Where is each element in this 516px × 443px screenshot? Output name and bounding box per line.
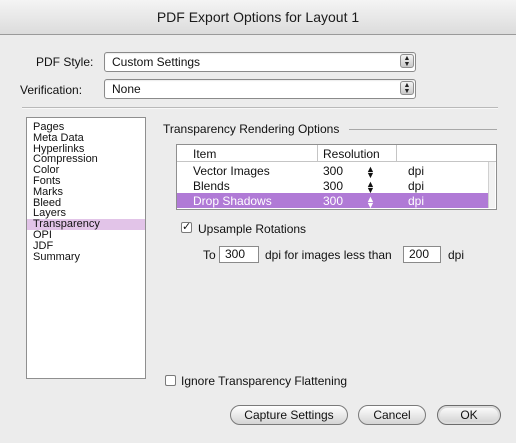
verification-value: None xyxy=(112,82,141,96)
upsample-dpi-field[interactable]: 300 xyxy=(219,246,259,263)
ignore-flattening-checkbox[interactable] xyxy=(165,375,176,386)
ignore-flattening-label: Ignore Transparency Flattening xyxy=(181,374,348,388)
sidebar-item-marks[interactable]: Marks xyxy=(27,186,145,198)
pdf-style-value: Custom Settings xyxy=(112,55,201,69)
sections-list[interactable]: Pages Meta Data Hyperlinks Compression C… xyxy=(26,117,146,379)
table-row[interactable]: Blends 300 ▲ ▼ dpi xyxy=(177,178,490,195)
window-titlebar: PDF Export Options for Layout 1 xyxy=(0,0,516,35)
divider xyxy=(22,107,498,109)
row-unit: dpi xyxy=(408,179,425,193)
row-item: Vector Images xyxy=(193,164,270,178)
verification-label: Verification: xyxy=(20,83,83,97)
table-scrollbar[interactable] xyxy=(488,162,495,208)
table-row[interactable]: Vector Images 300 ▲ ▼ dpi xyxy=(177,163,490,180)
row-resolution[interactable]: 300 xyxy=(323,194,343,208)
stepper-icon[interactable]: ▲ ▼ xyxy=(366,165,375,180)
to-label: To xyxy=(203,248,216,262)
row-resolution[interactable]: 300 xyxy=(323,164,343,178)
group-rule xyxy=(349,129,497,130)
threshold-field[interactable]: 200 xyxy=(403,246,441,263)
sidebar-item-meta-data[interactable]: Meta Data xyxy=(27,132,145,144)
stepper-icon[interactable]: ▲ ▼ xyxy=(366,195,375,210)
row-item: Blends xyxy=(193,179,230,193)
column-divider xyxy=(317,145,318,161)
table-header: Item Resolution xyxy=(177,145,496,162)
sidebar-item-jdf[interactable]: JDF xyxy=(27,240,145,252)
upsample-label: Upsample Rotations xyxy=(198,222,307,236)
upsample-checkbox[interactable]: ✓ xyxy=(181,222,192,233)
popup-arrows-icon: ▲ ▼ xyxy=(400,54,414,68)
table-row-selected[interactable]: Drop Shadows 300 ▲ ▼ dpi xyxy=(177,193,490,210)
popup-arrows-icon: ▲ ▼ xyxy=(400,81,414,95)
cancel-button[interactable]: Cancel xyxy=(358,405,426,425)
capture-settings-button[interactable]: Capture Settings xyxy=(230,405,348,425)
row-resolution[interactable]: 300 xyxy=(323,179,343,193)
window-title: PDF Export Options for Layout 1 xyxy=(156,9,360,25)
row-unit: dpi xyxy=(408,194,425,208)
resolution-table[interactable]: Item Resolution Vector Images 300 ▲ ▼ dpi… xyxy=(176,144,497,210)
pdf-style-label: PDF Style: xyxy=(36,55,94,69)
column-divider xyxy=(396,145,397,161)
threshold-unit-label: dpi xyxy=(448,248,465,262)
row-item: Drop Shadows xyxy=(193,194,272,208)
group-title: Transparency Rendering Options xyxy=(163,122,340,136)
middle-label: dpi for images less than xyxy=(265,248,392,262)
column-header-item[interactable]: Item xyxy=(193,147,216,161)
stepper-icon[interactable]: ▲ ▼ xyxy=(366,180,375,195)
sidebar-item-summary[interactable]: Summary xyxy=(27,251,145,263)
row-unit: dpi xyxy=(408,164,425,178)
pdf-style-select[interactable]: Custom Settings ▲ ▼ xyxy=(104,52,416,72)
verification-select[interactable]: None ▲ ▼ xyxy=(104,79,416,99)
ok-button[interactable]: OK xyxy=(437,405,501,425)
column-header-resolution[interactable]: Resolution xyxy=(323,147,380,161)
